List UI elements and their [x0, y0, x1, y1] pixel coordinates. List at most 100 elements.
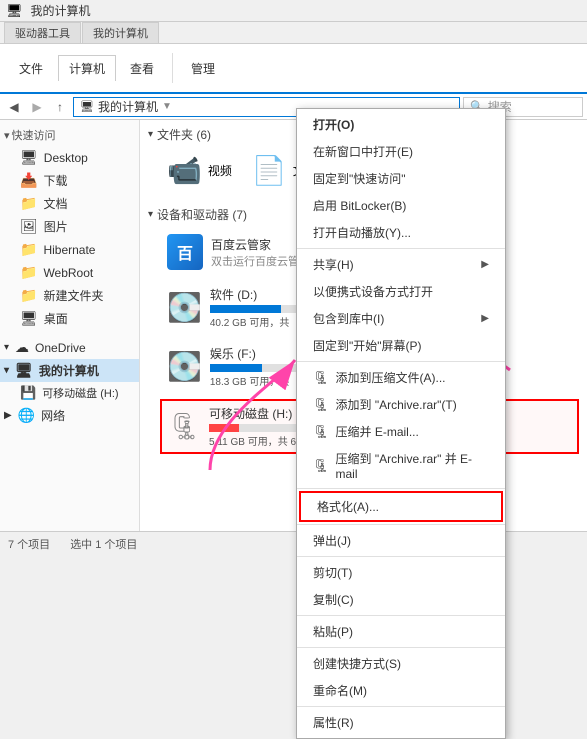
- ctx-item-format[interactable]: 格式化(A)...: [299, 491, 503, 522]
- folder-item-video[interactable]: 📹 视频: [160, 149, 239, 192]
- ctx-item-paste[interactable]: 粘贴(P): [297, 618, 505, 645]
- video-folder-icon: 📹: [167, 154, 202, 187]
- status-items-count: 7 个项目: [8, 536, 50, 552]
- collapse-arrow-mypc[interactable]: ▾: [4, 365, 9, 376]
- breadcrumb-text: 我的计算机: [98, 98, 158, 115]
- ribbon-tab-extra[interactable]: 驱动器工具: [4, 22, 81, 43]
- sidebar-item-removable[interactable]: 💾 可移动磁盘 (H:): [0, 382, 139, 404]
- sidebar-removable-label: 可移动磁盘 (H:): [42, 385, 118, 401]
- ctx-item-autoplay[interactable]: 打开自动播放(Y)...: [297, 219, 505, 246]
- drive-f-icon: 💽: [167, 350, 202, 383]
- ctx-item-compress-email[interactable]: 🗜 压缩并 E-mail...: [297, 418, 505, 445]
- ribbon-tab-manage[interactable]: 管理: [181, 56, 225, 81]
- ctx-separator-2: [297, 361, 505, 362]
- sidebar: ▾ 快速访问 🖥 Desktop 📥 下载 📁 文档 🖼 图片 📁 Hibern…: [0, 120, 140, 531]
- sidebar-item-download[interactable]: 📥 下载: [0, 169, 139, 192]
- sidebar-item-hibernate[interactable]: 📁 Hibernate: [0, 238, 139, 261]
- collapse-arrow-quick[interactable]: ▾: [4, 129, 10, 142]
- collapse-arrow-onedrive[interactable]: ▾: [4, 342, 9, 353]
- ctx-share-arrow: ▶: [481, 259, 489, 270]
- ctx-item-compress-archive-email[interactable]: 🗜 压缩到 "Archive.rar" 并 E-mail: [297, 445, 505, 486]
- collapse-arrow-network[interactable]: ▶: [4, 410, 12, 421]
- drive-h-icon: 🗜: [168, 411, 201, 442]
- drive-d-icon: 💽: [167, 291, 202, 324]
- zip-icon-1: 🗜: [313, 370, 330, 386]
- ctx-separator-6: [297, 615, 505, 616]
- folders-header-text: 文件夹 (6): [157, 126, 211, 143]
- up-button[interactable]: ↑: [50, 97, 70, 117]
- ctx-item-open[interactable]: 打开(O): [297, 111, 505, 138]
- sidebar-quick-access-header: ▾ 快速访问: [0, 124, 139, 146]
- baidu-icon: 百: [167, 234, 203, 270]
- ctx-add-zip-label: 添加到压缩文件(A)...: [336, 369, 446, 386]
- onedrive-icon: ☁: [15, 339, 29, 356]
- ctx-item-portable[interactable]: 以便携式设备方式打开: [297, 278, 505, 305]
- title-text: 我的计算机: [31, 2, 91, 19]
- breadcrumb-icon: 🖥: [80, 100, 94, 113]
- sidebar-item-mypc[interactable]: ▾ 🖥 我的计算机: [0, 359, 139, 382]
- drive-f-bar: [210, 364, 262, 372]
- ribbon-tab-view[interactable]: 查看: [120, 56, 164, 81]
- folders-collapse-arrow[interactable]: ▾: [148, 129, 153, 140]
- sidebar-newfolder-label: 新建文件夹: [43, 287, 103, 304]
- ctx-item-add-zip[interactable]: 🗜 添加到压缩文件(A)...: [297, 364, 505, 391]
- sidebar-webroot-label: WebRoot: [43, 266, 93, 280]
- ctx-item-pin-quick[interactable]: 固定到"快速访问": [297, 165, 505, 192]
- pictures-icon: 🖼: [20, 218, 38, 235]
- sidebar-mypc-label: 我的计算机: [39, 362, 99, 379]
- desktop2-icon: 🖥: [20, 310, 38, 327]
- ctx-item-pin-start[interactable]: 固定到"开始"屏幕(P): [297, 332, 505, 359]
- ctx-separator-4: [297, 524, 505, 525]
- ribbon-tab-file[interactable]: 文件: [8, 55, 54, 82]
- sidebar-item-pictures[interactable]: 🖼 图片: [0, 215, 139, 238]
- network-icon: 🌐: [18, 407, 35, 424]
- sidebar-item-docs[interactable]: 📁 文档: [0, 192, 139, 215]
- ctx-item-add-archive[interactable]: 🗜 添加到 "Archive.rar"(T): [297, 391, 505, 418]
- ctx-item-create-shortcut[interactable]: 创建快捷方式(S): [297, 650, 505, 677]
- window-icon: 🖥: [6, 3, 23, 19]
- docs-icon: 📁: [20, 195, 37, 212]
- ctx-separator-8: [297, 706, 505, 707]
- zip-icon-4: 🗜: [313, 458, 330, 474]
- ctx-item-open-new-window[interactable]: 在新窗口中打开(E): [297, 138, 505, 165]
- ctx-add-archive-label: 添加到 "Archive.rar"(T): [336, 396, 457, 413]
- title-bar: 🖥 我的计算机: [0, 0, 587, 22]
- newfolder-icon: 📁: [20, 287, 37, 304]
- sidebar-hibernate-label: Hibernate: [43, 243, 95, 257]
- sidebar-docs-label: 文档: [43, 195, 67, 212]
- sidebar-item-onedrive[interactable]: ▾ ☁ OneDrive: [0, 336, 139, 359]
- ctx-item-share[interactable]: 共享(H) ▶: [297, 251, 505, 278]
- ribbon-tab-computer[interactable]: 计算机: [58, 55, 116, 81]
- breadcrumb-arrow: ▼: [162, 101, 172, 112]
- hibernate-folder-icon: 📁: [20, 241, 37, 258]
- sidebar-item-webroot[interactable]: 📁 WebRoot: [0, 261, 139, 284]
- sidebar-item-network[interactable]: ▶ 🌐 网络: [0, 404, 139, 427]
- sidebar-network-label: 网络: [41, 407, 65, 424]
- sidebar-item-desktop[interactable]: 🖥 Desktop: [0, 146, 139, 169]
- ctx-item-cut[interactable]: 剪切(T): [297, 559, 505, 586]
- sidebar-desktop2-label: 桌面: [44, 310, 68, 327]
- removable-icon: 💾: [20, 385, 36, 401]
- zip-icon-2: 🗜: [313, 397, 330, 413]
- webroot-icon: 📁: [20, 264, 37, 281]
- ctx-item-bitlocker[interactable]: 启用 BitLocker(B): [297, 192, 505, 219]
- ctx-compress-archive-email-label: 压缩到 "Archive.rar" 并 E-mail: [336, 450, 489, 481]
- back-button[interactable]: ◀: [4, 97, 24, 117]
- drive-d-bar: [210, 305, 282, 313]
- ctx-item-eject[interactable]: 弹出(J): [297, 527, 505, 554]
- forward-button[interactable]: ▶: [27, 97, 47, 117]
- ctx-item-properties[interactable]: 属性(R): [297, 709, 505, 736]
- ctx-item-copy[interactable]: 复制(C): [297, 586, 505, 613]
- ctx-item-rename[interactable]: 重命名(M): [297, 677, 505, 704]
- zip-icon-3: 🗜: [313, 424, 330, 440]
- ctx-item-library[interactable]: 包含到库中(I) ▶: [297, 305, 505, 332]
- drives-collapse-arrow[interactable]: ▾: [148, 209, 153, 220]
- ribbon-tab-mypc[interactable]: 我的计算机: [82, 22, 159, 43]
- sidebar-item-desktop2[interactable]: 🖥 桌面: [0, 307, 139, 330]
- drive-h-bar: [209, 424, 239, 432]
- sidebar-item-newfolder[interactable]: 📁 新建文件夹: [0, 284, 139, 307]
- ctx-separator-1: [297, 248, 505, 249]
- drives-header-text: 设备和驱动器 (7): [157, 206, 247, 223]
- context-menu: 打开(O) 在新窗口中打开(E) 固定到"快速访问" 启用 BitLocker(…: [296, 108, 506, 739]
- mypc-icon: 🖥: [15, 362, 33, 379]
